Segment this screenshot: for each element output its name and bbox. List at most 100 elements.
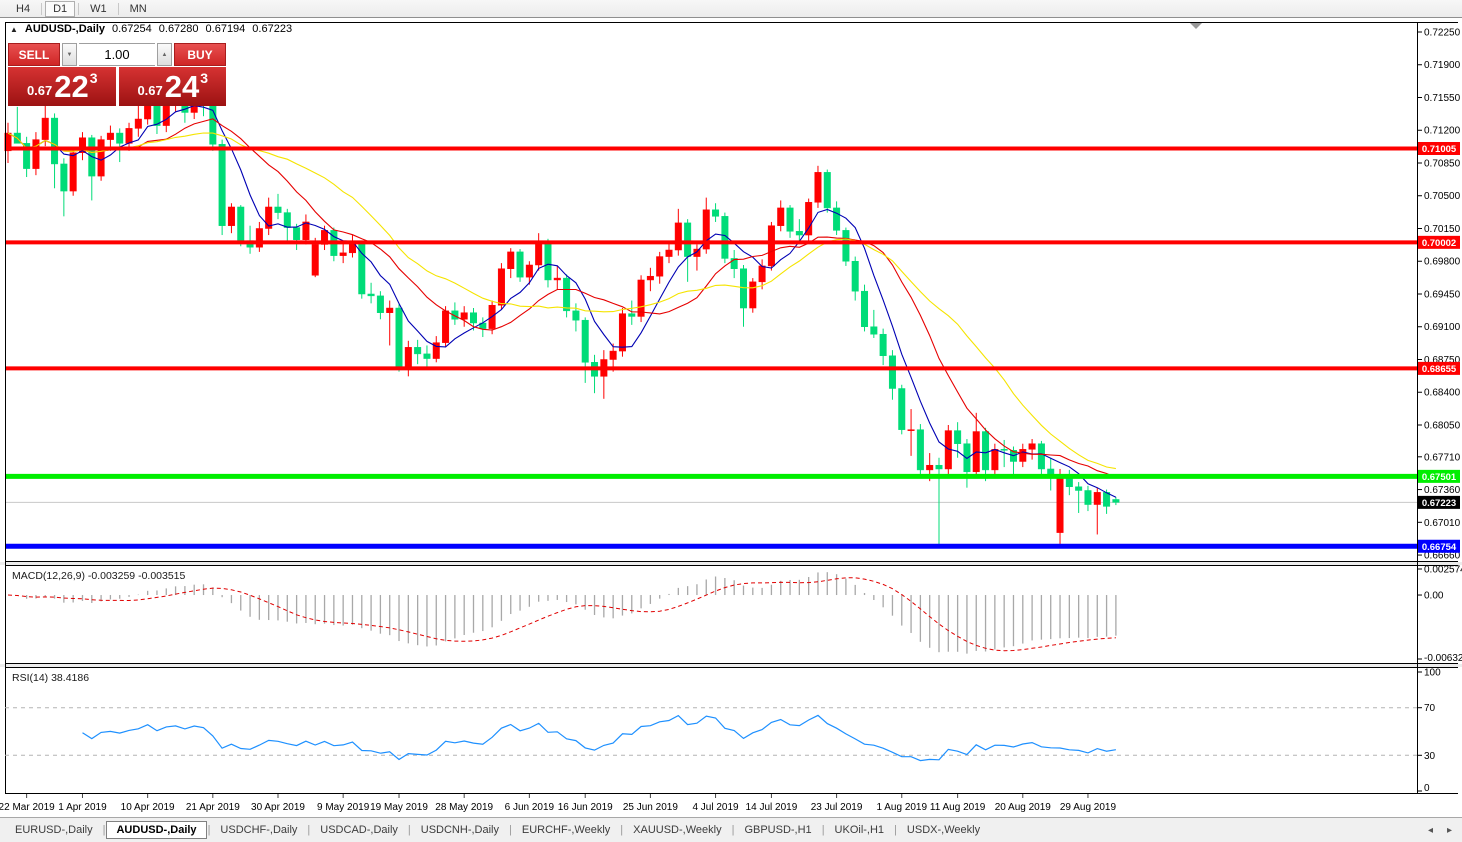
candle-body (312, 244, 319, 275)
timeframe-w1[interactable]: W1 (82, 1, 115, 17)
volume-increase-button[interactable]: ▲ (157, 43, 172, 66)
candle-body (368, 294, 375, 296)
tab-eurusd-daily[interactable]: EURUSD-,Daily (6, 821, 102, 839)
candle-body (610, 351, 617, 359)
candle-body (815, 172, 822, 202)
candle-body (424, 354, 431, 359)
price-axis[interactable]: 0.722500.719000.715500.712000.708500.705… (1417, 28, 1461, 562)
tab-separator: | (408, 824, 411, 836)
candle-body (889, 356, 896, 389)
rsi-axis-label: 100 (1424, 668, 1441, 679)
tab-usdchf-daily[interactable]: USDCHF-,Daily (211, 821, 306, 839)
collapse-indicator-icon[interactable]: ▲ (10, 25, 18, 34)
tab-gbpusd-h1[interactable]: GBPUSD-,H1 (735, 821, 820, 839)
sell-price-display[interactable]: 0.67223 (8, 67, 116, 106)
symbol-title: AUDUSD-,Daily (25, 23, 105, 35)
timeframe-mn[interactable]: MN (122, 1, 155, 17)
axis-tick-label: 0.69800 (1424, 257, 1461, 268)
candle-body (954, 431, 961, 444)
timeframe-h4[interactable]: H4 (8, 1, 38, 17)
date-tick-label: 23 Jul 2019 (811, 802, 863, 813)
date-tick-label: 21 Apr 2019 (186, 802, 240, 813)
spinner-down-icon: ▼ (67, 52, 73, 58)
candle-body (51, 118, 58, 164)
candle-body (238, 207, 245, 241)
candle-body (899, 389, 906, 430)
tab-separator: | (894, 824, 897, 836)
macd-axis-label: 0.00 (1424, 591, 1444, 602)
volume-decrease-button[interactable]: ▼ (62, 43, 77, 66)
candle-body (1057, 476, 1064, 532)
tab-usdcnh-daily[interactable]: USDCNH-,Daily (412, 821, 508, 839)
autoscroll-marker-icon[interactable] (1190, 23, 1202, 29)
candle-body (303, 222, 310, 240)
candle-body (107, 133, 114, 140)
candle-body (852, 261, 859, 291)
candle-body (545, 243, 552, 280)
buy-button[interactable]: BUY (174, 43, 226, 66)
tab-scroll-right-icon[interactable]: ▸ (1447, 825, 1452, 836)
date-tick-label: 25 Jun 2019 (623, 802, 678, 813)
candle-body (377, 296, 384, 313)
candle-body (712, 210, 719, 217)
tab-xauusd-weekly[interactable]: XAUUSD-,Weekly (624, 821, 730, 839)
macd-panel[interactable]: 0.0025740.00-0.006326MACD(12,26,9) -0.00… (8, 565, 1462, 665)
volume-input[interactable]: 1.00 (79, 43, 155, 66)
tab-separator: | (307, 824, 310, 836)
tab-audusd-daily[interactable]: AUDUSD-,Daily (106, 821, 206, 839)
candle-body (1113, 499, 1120, 502)
date-tick-label: 28 May 2019 (435, 802, 493, 813)
candle-body (135, 119, 142, 128)
candle-body (116, 133, 123, 143)
buy-price-pipette: 3 (200, 70, 208, 86)
tab-ukoil-h1[interactable]: UKOil-,H1 (826, 821, 894, 839)
candle-body (163, 104, 170, 126)
buy-price-big: 24 (165, 71, 199, 102)
tab-eurchf-weekly[interactable]: EURCHF-,Weekly (513, 821, 619, 839)
chart-canvas[interactable]: 0.722500.719000.715500.712000.708500.705… (0, 0, 1462, 842)
rsi-panel[interactable]: 10070300RSI(14) 38.4186 (5, 668, 1441, 795)
date-axis[interactable]: 22 Mar 20191 Apr 201910 Apr 201921 Apr 2… (0, 794, 1116, 813)
spinner-up-icon: ▲ (162, 52, 168, 58)
axis-tick-label: 0.69450 (1424, 289, 1461, 300)
rsi-axis-label: 30 (1424, 751, 1436, 762)
macd-axis-label: -0.006326 (1424, 653, 1462, 664)
date-tick-label: 20 Aug 2019 (995, 802, 1052, 813)
tab-scroll-left-icon[interactable]: ◂ (1428, 825, 1433, 836)
candle-body (461, 313, 468, 320)
tab-usdcad-daily[interactable]: USDCAD-,Daily (311, 821, 407, 839)
axis-tick-label: 0.70500 (1424, 191, 1461, 202)
candle-body (219, 144, 226, 225)
toolbar-separator (78, 3, 79, 15)
tab-separator: | (509, 824, 512, 836)
candle-body (1001, 449, 1008, 450)
ma-medium-line (8, 119, 1116, 478)
tab-scroll-arrows: ◂ ▸ (1428, 818, 1452, 842)
sell-price-prefix: 0.67 (27, 83, 52, 98)
candle-body (777, 208, 784, 226)
axis-tick-label: 0.70150 (1424, 224, 1461, 235)
date-tick-label: 4 Jul 2019 (692, 802, 739, 813)
date-tick-label: 19 May 2019 (370, 802, 428, 813)
date-tick-label: 9 May 2019 (317, 802, 370, 813)
candle-body (386, 308, 393, 313)
tab-usdx-weekly[interactable]: USDX-,Weekly (898, 821, 989, 839)
candle-body (405, 347, 412, 368)
buy-price-display[interactable]: 0.67243 (119, 67, 227, 106)
panel-splitter[interactable] (0, 562, 1462, 565)
candle-body (517, 252, 524, 277)
sell-button[interactable]: SELL (8, 43, 60, 66)
hline-price-label-text: 0.67501 (1422, 472, 1457, 483)
panel-splitter[interactable] (0, 664, 1462, 667)
candle-body (228, 207, 235, 226)
candle-body (554, 278, 561, 280)
candle-body (824, 172, 831, 208)
toolbar-separator (41, 3, 42, 15)
hline-price-label-text: 0.66754 (1422, 542, 1457, 553)
candle-body (1038, 444, 1045, 469)
rsi-line (83, 715, 1116, 760)
timeframe-d1[interactable]: D1 (45, 1, 75, 17)
axis-tick-label: 0.68400 (1424, 388, 1461, 399)
candle-body (796, 231, 803, 235)
hline-price-label-text: 0.70002 (1422, 238, 1456, 249)
